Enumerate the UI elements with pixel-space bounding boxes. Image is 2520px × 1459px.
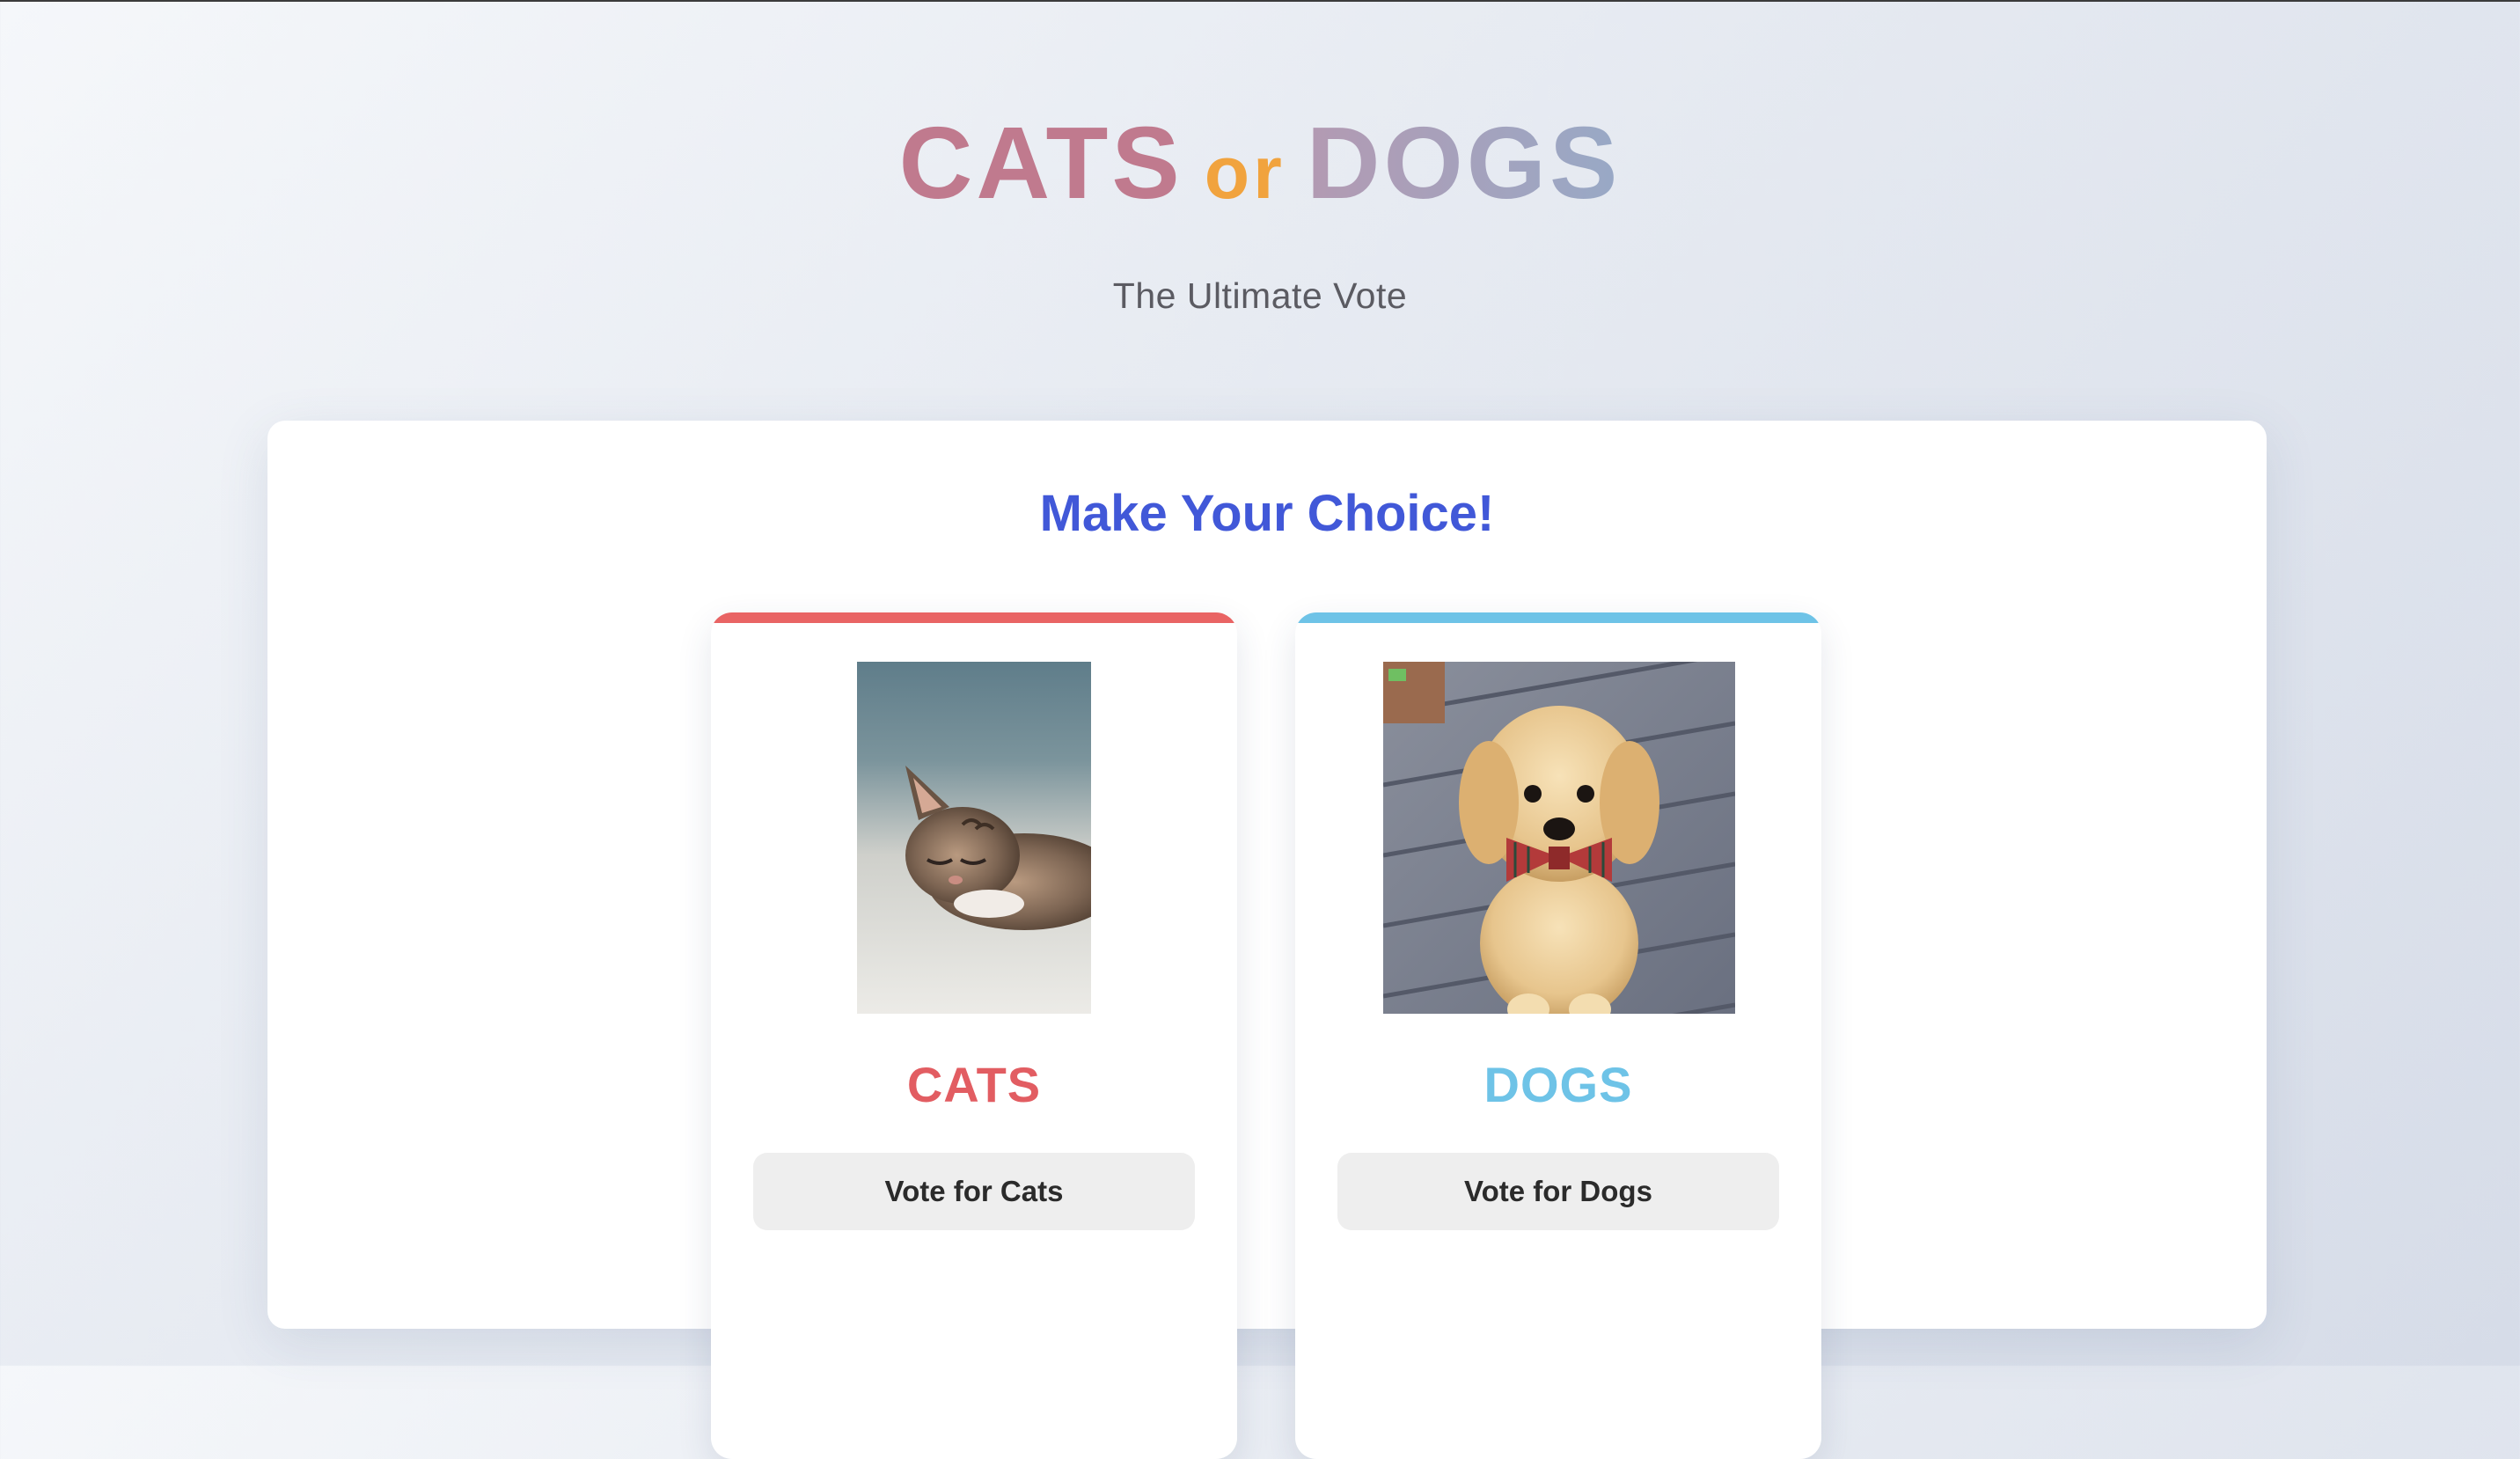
- title-or: or: [1204, 131, 1286, 214]
- cats-card-accent-bar: [711, 612, 1237, 623]
- cats-label: CATS: [906, 1057, 1042, 1112]
- page-title: CATS or DOGS: [0, 106, 2520, 230]
- title-cats: CATS: [898, 106, 1183, 220]
- title-dogs: DOGS: [1306, 106, 1622, 220]
- page-header: CATS or DOGS The Ultimate Vote: [0, 106, 2520, 317]
- vote-cats-button[interactable]: Vote for Cats: [753, 1153, 1195, 1230]
- vote-cats-button-label: Vote for Cats: [884, 1175, 1064, 1207]
- page-subtitle: The Ultimate Vote: [1112, 275, 1408, 316]
- dogs-card: DOGS Vote for Dogs: [1295, 612, 1821, 1459]
- vote-dogs-button-label: Vote for Dogs: [1464, 1175, 1652, 1207]
- top-border: [0, 0, 2520, 2]
- vote-panel: Make Your Choice! CATS Vote for Cats DOG…: [267, 421, 2267, 1459]
- vote-dogs-button[interactable]: Vote for Dogs: [1337, 1153, 1779, 1230]
- dogs-card-accent-bar: [1295, 612, 1821, 623]
- dog-image: [1383, 662, 1735, 1014]
- panel-heading: Make Your Choice!: [1039, 485, 1495, 542]
- cats-card: CATS Vote for Cats: [711, 612, 1237, 1459]
- dogs-label: DOGS: [1483, 1057, 1633, 1112]
- cat-image: [857, 662, 1091, 1014]
